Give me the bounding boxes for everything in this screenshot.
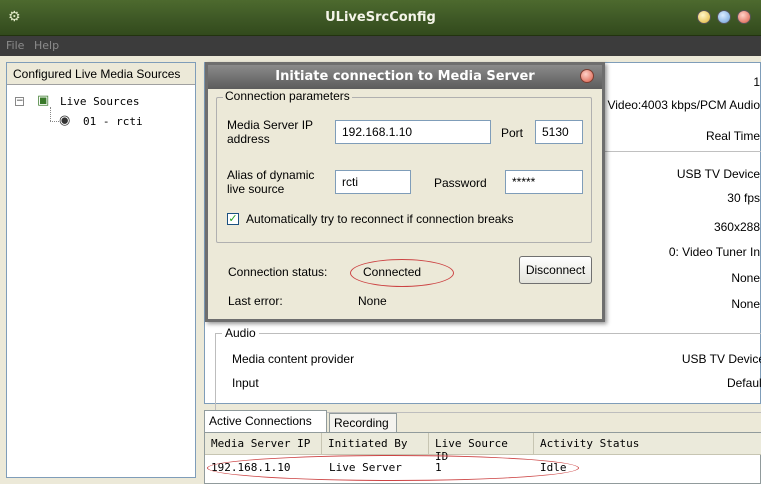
server-ip-input[interactable]: 192.168.1.10 [335,120,491,144]
maximize-button[interactable] [717,10,731,24]
group-legend: Connection parameters [223,89,352,103]
minimize-button[interactable] [697,10,711,24]
audio-legend: Audio [222,326,259,340]
window-title: ULiveSrcConfig [325,10,436,25]
dialog-title: Initiate connection to Media Server [275,69,535,84]
detail-value: 1 [753,75,760,89]
audio-group: Audio Media content provider USB TV Devi… [215,326,761,413]
last-error-label: Last error: [228,294,283,308]
provider-label: Media content provider [232,352,355,366]
column-header[interactable]: Live Source ID [429,433,534,463]
detail-value: None [731,271,760,285]
column-header[interactable]: Activity Status [534,433,761,455]
port-label: Port [501,126,524,140]
connection-dialog: Initiate connection to Media Server Conn… [205,62,605,322]
detail-value: None [731,297,760,311]
input-value: Default [726,376,761,390]
alias-input[interactable]: rcti [335,170,411,194]
column-header[interactable]: Initiated By [322,433,429,455]
menu-file[interactable]: File [6,39,24,52]
tree-item-source[interactable]: 01 - rcti [83,115,143,128]
camera-icon: ◉ [59,113,71,128]
sources-tree-pane: Configured Live Media Sources − ▣ Live S… [6,62,196,478]
auto-reconnect-checkbox[interactable]: ✓ [227,213,239,225]
close-button[interactable] [737,10,751,24]
collapse-icon[interactable]: − [15,97,24,106]
detail-value: Real Time [705,129,760,143]
title-bar: ⚙ ULiveSrcConfig [0,0,761,36]
connection-status-label: Connection status: [228,265,328,279]
auto-reconnect-label: Automatically try to reconnect if connec… [246,212,514,226]
detail-value: 30 fps [727,191,760,205]
input-label: Input [232,376,259,390]
detail-value: 360x288 [713,220,760,234]
password-label: Password [434,176,487,190]
password-input[interactable]: ***** [505,170,583,194]
highlight-oval [350,259,454,287]
menu-help[interactable]: Help [34,39,59,52]
dialog-close-button[interactable] [580,69,594,83]
disconnect-button[interactable]: Disconnect [519,256,592,284]
detail-value: USB TV Device [676,167,760,181]
menu-bar: File Help [0,36,761,56]
tree-header: Configured Live Media Sources [7,63,195,85]
tree-item-live-sources[interactable]: Live Sources [60,95,139,108]
tree-connector [50,121,59,122]
connections-table: Media Server IP Initiated By Live Source… [204,432,761,484]
server-ip-label: Media Server IP address [227,118,313,146]
tree-connector [50,107,51,121]
connection-parameters-group: Connection parameters Media Server IP ad… [216,89,592,243]
tab-active-connections[interactable]: Active Connections [204,410,327,432]
detail-value: 0: Video Tuner In [668,245,760,259]
tab-recording[interactable]: Recording [329,413,397,432]
alias-label: Alias of dynamic live source [227,168,315,196]
column-header[interactable]: Media Server IP [205,433,322,455]
highlight-oval [207,455,579,481]
detail-value: Video:4003 kbps/PCM Audio [607,98,760,112]
dialog-title-bar: Initiate connection to Media Server [208,65,602,89]
provider-value: USB TV Device [681,352,761,366]
port-input[interactable]: 5130 [535,120,583,144]
last-error-value: None [358,294,387,308]
